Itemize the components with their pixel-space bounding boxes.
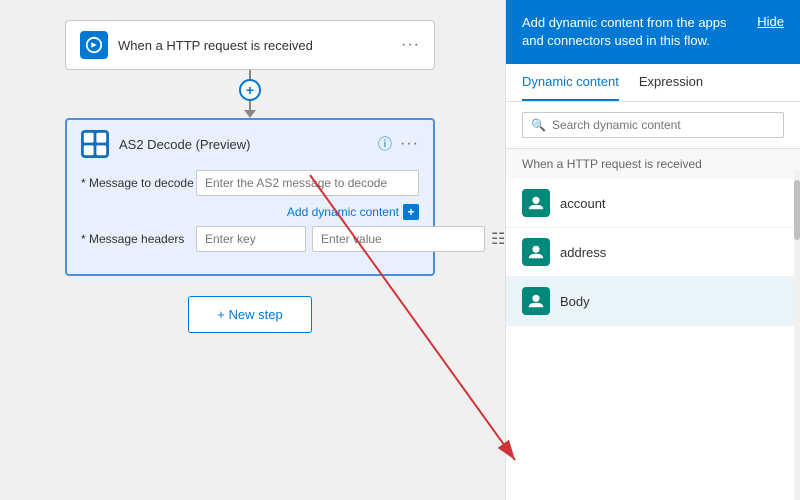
- search-icon: 🔍: [531, 118, 546, 132]
- as2-header: AS2 Decode (Preview) ⓘ ···: [81, 130, 419, 158]
- headers-label: * Message headers: [81, 232, 196, 246]
- trigger-icon: [80, 31, 108, 59]
- message-label: * Message to decode: [81, 176, 196, 190]
- panel-tabs: Dynamic content Expression: [506, 64, 800, 102]
- item-account-label: account: [560, 196, 606, 211]
- message-input[interactable]: [196, 170, 419, 196]
- trigger-title: When a HTTP request is received: [118, 38, 401, 53]
- message-to-decode-row: * Message to decode: [81, 170, 419, 196]
- dynamic-plus-icon: +: [403, 204, 419, 220]
- new-step-button[interactable]: + New step: [188, 296, 311, 333]
- headers-inputs: ☷: [196, 226, 505, 252]
- hide-button[interactable]: Hide: [757, 14, 784, 29]
- panel-section-title: When a HTTP request is received: [506, 149, 800, 179]
- tab-dynamic-content[interactable]: Dynamic content: [522, 64, 619, 101]
- search-input[interactable]: [552, 118, 775, 132]
- as2-decode-block: AS2 Decode (Preview) ⓘ ··· * Message to …: [65, 118, 435, 276]
- trigger-block: When a HTTP request is received ···: [65, 20, 435, 70]
- info-icon[interactable]: ⓘ: [378, 134, 392, 154]
- connector-arrow: [244, 110, 256, 118]
- value-input[interactable]: [312, 226, 485, 252]
- item-address-label: address: [560, 245, 606, 260]
- add-step-button[interactable]: +: [239, 79, 261, 101]
- panel-scrollbar: [794, 170, 800, 500]
- panel-header: Add dynamic content from the apps and co…: [506, 0, 800, 64]
- right-panel: Add dynamic content from the apps and co…: [505, 0, 800, 500]
- trigger-more-icon[interactable]: ···: [401, 36, 420, 54]
- item-account[interactable]: account: [506, 179, 800, 228]
- tab-expression[interactable]: Expression: [639, 64, 703, 101]
- message-headers-row: * Message headers ☷: [81, 226, 419, 252]
- item-address[interactable]: address: [506, 228, 800, 277]
- panel-header-text: Add dynamic content from the apps and co…: [522, 14, 757, 50]
- as2-title: AS2 Decode (Preview): [119, 137, 378, 152]
- item-address-icon: [522, 238, 550, 266]
- item-body-label: Body: [560, 294, 590, 309]
- workflow-area: When a HTTP request is received ··· +: [0, 0, 500, 500]
- as2-icon: [81, 130, 109, 158]
- panel-scrollbar-thumb[interactable]: [794, 180, 800, 240]
- panel-search: 🔍: [506, 102, 800, 149]
- dynamic-content-label: Add dynamic content: [287, 205, 399, 219]
- main-canvas: When a HTTP request is received ··· +: [0, 0, 800, 500]
- as2-more-icon[interactable]: ···: [400, 135, 419, 153]
- item-account-icon: [522, 189, 550, 217]
- item-body-icon: [522, 287, 550, 315]
- connector-line-top: [249, 70, 251, 79]
- key-input[interactable]: [196, 226, 306, 252]
- search-box: 🔍: [522, 112, 784, 138]
- headers-table-icon[interactable]: ☷: [491, 229, 505, 249]
- add-dynamic-content-link[interactable]: Add dynamic content +: [196, 204, 419, 220]
- new-step-container: + New step: [20, 296, 480, 333]
- item-body[interactable]: Body: [506, 277, 800, 326]
- connector-line-mid: [249, 101, 251, 110]
- panel-items: account address Body: [506, 179, 800, 500]
